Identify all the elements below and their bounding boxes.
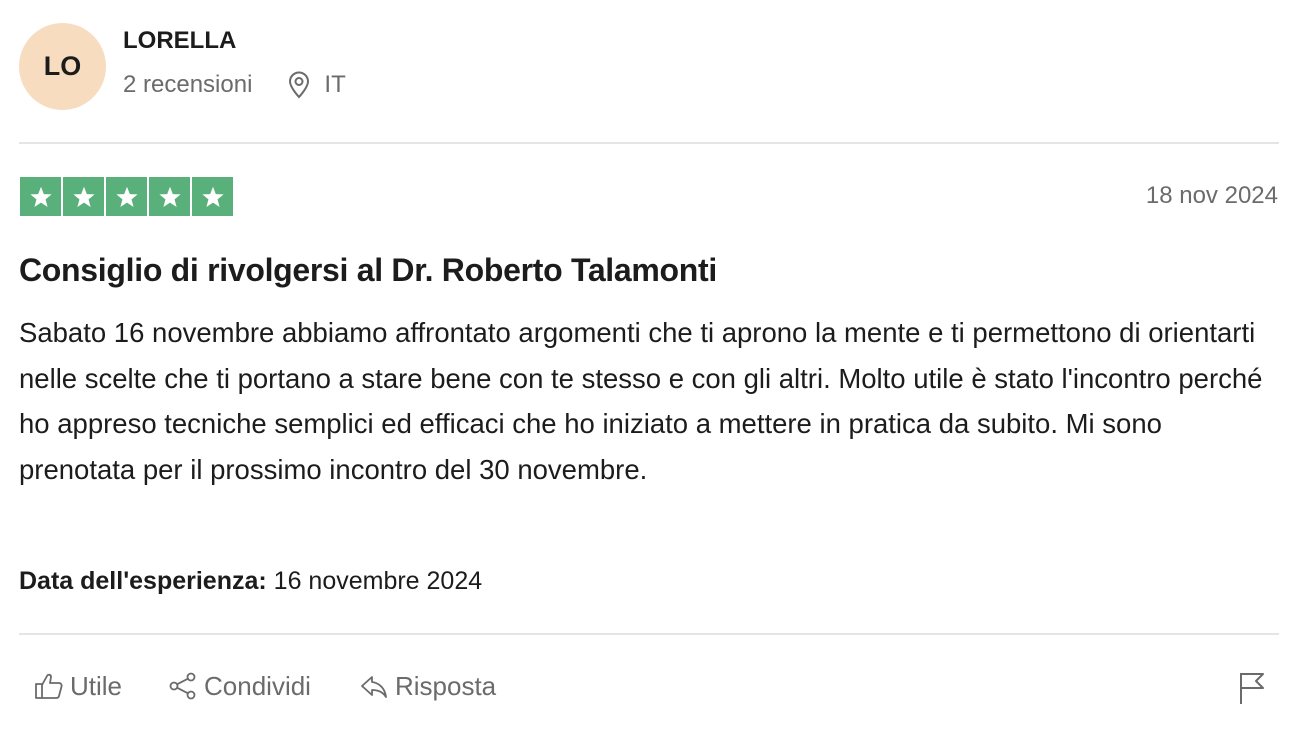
reply-icon [361, 676, 387, 698]
review-date: 18 nov 2024 [1145, 182, 1278, 209]
review-actions: Utile Condividi Risposta [33, 670, 496, 702]
divider [19, 633, 1279, 635]
review-card: LO LORELLA 2 recensioni IT 18 nov 2024 C… [0, 0, 1308, 737]
location-pin-icon [286, 71, 312, 99]
experience-date-value: 16 novembre 2024 [266, 567, 483, 595]
reviewer-meta: 2 recensioni IT [123, 71, 346, 99]
star-icon [192, 177, 233, 216]
share-label: Condividi [204, 670, 311, 701]
share-icon [169, 672, 196, 700]
experience-date-label: Data dell'esperienza: [19, 567, 267, 595]
divider [19, 142, 1279, 144]
review-body: Sabato 16 novembre abbiamo affrontato ar… [19, 317, 1263, 485]
useful-label: Utile [70, 670, 123, 701]
reply-label: Risposta [394, 670, 497, 701]
share-button[interactable]: Condividi [167, 670, 311, 702]
thumbs-up-icon [35, 673, 63, 699]
reviewer-name[interactable]: LORELLA [123, 27, 236, 55]
avatar[interactable]: LO [19, 23, 106, 110]
star-icon [106, 177, 147, 216]
useful-button[interactable]: Utile [33, 670, 122, 702]
report-button[interactable] [1236, 670, 1268, 706]
experience-date: Data dell'esperienza: 16 novembre 2024 [19, 567, 482, 596]
star-rating [20, 177, 233, 216]
reply-button[interactable]: Risposta [358, 670, 496, 702]
star-icon [20, 177, 61, 216]
star-icon [149, 177, 190, 216]
reviews-count: 2 recensioni [123, 71, 253, 98]
flag-icon [1240, 673, 1264, 704]
review-title[interactable]: Consiglio di rivolgersi al Dr. Roberto T… [19, 252, 717, 289]
star-icon [63, 177, 104, 216]
reviewer-country: IT [324, 71, 346, 98]
